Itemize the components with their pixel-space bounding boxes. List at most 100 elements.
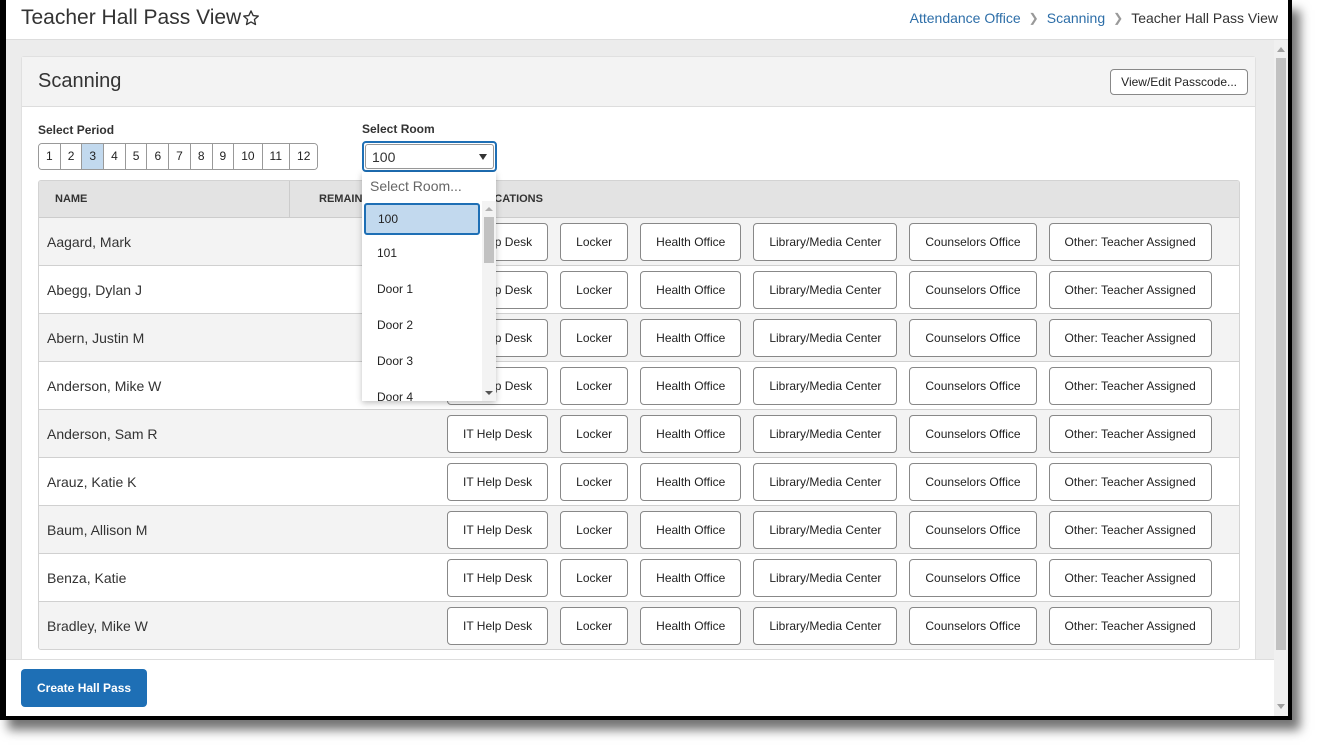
location-button-counselors-office[interactable]: Counselors Office bbox=[909, 607, 1037, 645]
location-button-locker[interactable]: Locker bbox=[560, 463, 629, 501]
location-buttons: IT Help Desk Locker Health Office Library/M… bbox=[447, 271, 1224, 309]
location-button-counselors-office[interactable]: Counselors Office bbox=[909, 319, 1037, 357]
period-option-9[interactable]: 9 bbox=[212, 144, 235, 169]
location-button-other-teacher-assigned[interactable]: Other: Teacher Assigned bbox=[1048, 367, 1212, 405]
dropdown-scrollbar[interactable] bbox=[482, 201, 496, 401]
location-button-health-office[interactable]: Health Office bbox=[640, 415, 742, 453]
location-button-other-teacher-assigned[interactable]: Other: Teacher Assigned bbox=[1048, 271, 1212, 309]
app-window: Teacher Hall Pass View Attendance Office… bbox=[6, 0, 1288, 716]
location-button-other-teacher-assigned[interactable]: Other: Teacher Assigned bbox=[1048, 511, 1212, 549]
period-option-11[interactable]: 11 bbox=[262, 144, 291, 169]
breadcrumb: Attendance Office ❯ Scanning ❯ Teacher H… bbox=[910, 10, 1278, 26]
location-button-library-media-center[interactable]: Library/Media Center bbox=[753, 415, 898, 453]
room-search-input[interactable]: Select Room... bbox=[370, 178, 462, 194]
period-option-5[interactable]: 5 bbox=[125, 144, 148, 169]
star-outline-icon[interactable] bbox=[241, 8, 261, 28]
period-option-12[interactable]: 12 bbox=[290, 144, 318, 169]
location-button-locker[interactable]: Locker bbox=[560, 511, 629, 549]
table-row: Abegg, Dylan J IT Help Desk Locker Health O… bbox=[39, 266, 1239, 314]
location-button-locker[interactable]: Locker bbox=[560, 223, 629, 261]
location-button-other-teacher-assigned[interactable]: Other: Teacher Assigned bbox=[1048, 463, 1212, 501]
period-option-3[interactable]: 3 bbox=[82, 144, 105, 169]
location-button-library-media-center[interactable]: Library/Media Center bbox=[753, 367, 898, 405]
select-room-label: Select Room bbox=[362, 122, 435, 136]
location-button-health-office[interactable]: Health Office bbox=[640, 319, 742, 357]
location-button-health-office[interactable]: Health Office bbox=[640, 271, 742, 309]
location-button-locker[interactable]: Locker bbox=[560, 271, 629, 309]
location-button-health-office[interactable]: Health Office bbox=[640, 607, 742, 645]
period-option-8[interactable]: 8 bbox=[190, 144, 213, 169]
chevron-right-icon: ❯ bbox=[1113, 11, 1124, 25]
location-button-other-teacher-assigned[interactable]: Other: Teacher Assigned bbox=[1048, 415, 1212, 453]
breadcrumb-attendance-office[interactable]: Attendance Office bbox=[910, 10, 1021, 26]
period-option-10[interactable]: 10 bbox=[234, 144, 263, 169]
location-button-health-office[interactable]: Health Office bbox=[640, 511, 742, 549]
student-name: Bradley, Mike W bbox=[47, 618, 148, 634]
location-button-it-help-desk[interactable]: IT Help Desk bbox=[447, 511, 549, 549]
column-header-name[interactable]: NAME bbox=[55, 181, 87, 217]
location-button-counselors-office[interactable]: Counselors Office bbox=[909, 415, 1037, 453]
room-option[interactable]: Door 1 bbox=[362, 271, 482, 307]
scroll-up-icon[interactable] bbox=[485, 207, 493, 211]
location-buttons: IT Help Desk Locker Health Office Library/M… bbox=[447, 607, 1224, 645]
table-row: Benza, Katie IT Help Desk Locker Health Off… bbox=[39, 554, 1239, 602]
students-table: NAME REMAINING LOCATIONS Aagard, Mark IT … bbox=[38, 180, 1240, 650]
view-edit-passcode-button[interactable]: View/Edit Passcode... bbox=[1110, 69, 1248, 95]
location-button-locker[interactable]: Locker bbox=[560, 415, 629, 453]
period-option-6[interactable]: 6 bbox=[147, 144, 170, 169]
location-button-it-help-desk[interactable]: IT Help Desk bbox=[447, 607, 549, 645]
period-option-1[interactable]: 1 bbox=[39, 144, 61, 169]
room-select[interactable]: 100 bbox=[362, 141, 497, 172]
scroll-down-icon[interactable] bbox=[1277, 704, 1285, 709]
location-button-library-media-center[interactable]: Library/Media Center bbox=[753, 511, 898, 549]
select-period-label: Select Period bbox=[38, 123, 115, 137]
location-button-counselors-office[interactable]: Counselors Office bbox=[909, 367, 1037, 405]
scrollbar-thumb[interactable] bbox=[1276, 58, 1286, 650]
room-option[interactable]: 101 bbox=[362, 235, 482, 271]
location-button-library-media-center[interactable]: Library/Media Center bbox=[753, 463, 898, 501]
location-button-health-office[interactable]: Health Office bbox=[640, 367, 742, 405]
room-option[interactable]: 100 bbox=[364, 203, 480, 235]
create-hall-pass-button[interactable]: Create Hall Pass bbox=[21, 669, 148, 707]
room-option[interactable]: Door 2 bbox=[362, 307, 482, 343]
period-option-4[interactable]: 4 bbox=[104, 144, 126, 169]
location-button-other-teacher-assigned[interactable]: Other: Teacher Assigned bbox=[1048, 223, 1212, 261]
scrollbar-thumb[interactable] bbox=[484, 217, 494, 263]
table-row: Anderson, Mike W IT Help Desk Locker Health… bbox=[39, 362, 1239, 410]
location-button-locker[interactable]: Locker bbox=[560, 319, 629, 357]
location-button-library-media-center[interactable]: Library/Media Center bbox=[753, 607, 898, 645]
location-button-other-teacher-assigned[interactable]: Other: Teacher Assigned bbox=[1048, 559, 1212, 597]
scroll-down-icon[interactable] bbox=[485, 391, 493, 395]
location-button-locker[interactable]: Locker bbox=[560, 607, 629, 645]
location-button-other-teacher-assigned[interactable]: Other: Teacher Assigned bbox=[1048, 607, 1212, 645]
room-option[interactable]: Door 4 bbox=[362, 379, 482, 401]
location-button-counselors-office[interactable]: Counselors Office bbox=[909, 223, 1037, 261]
student-name: Aagard, Mark bbox=[47, 234, 132, 250]
location-button-library-media-center[interactable]: Library/Media Center bbox=[753, 559, 898, 597]
scroll-up-icon[interactable] bbox=[1277, 47, 1285, 52]
table-row: Bradley, Mike W IT Help Desk Locker Health … bbox=[39, 602, 1239, 649]
location-button-health-office[interactable]: Health Office bbox=[640, 559, 742, 597]
location-button-counselors-office[interactable]: Counselors Office bbox=[909, 511, 1037, 549]
location-button-library-media-center[interactable]: Library/Media Center bbox=[753, 319, 898, 357]
location-buttons: IT Help Desk Locker Health Office Library/M… bbox=[447, 367, 1224, 405]
location-button-health-office[interactable]: Health Office bbox=[640, 463, 742, 501]
location-button-library-media-center[interactable]: Library/Media Center bbox=[753, 271, 898, 309]
location-button-it-help-desk[interactable]: IT Help Desk bbox=[447, 463, 549, 501]
room-option[interactable]: Door 3 bbox=[362, 343, 482, 379]
location-button-library-media-center[interactable]: Library/Media Center bbox=[753, 223, 898, 261]
location-button-locker[interactable]: Locker bbox=[560, 367, 629, 405]
location-button-it-help-desk[interactable]: IT Help Desk bbox=[447, 559, 549, 597]
location-button-counselors-office[interactable]: Counselors Office bbox=[909, 463, 1037, 501]
location-button-counselors-office[interactable]: Counselors Office bbox=[909, 271, 1037, 309]
breadcrumb-scanning[interactable]: Scanning bbox=[1047, 10, 1105, 26]
location-button-other-teacher-assigned[interactable]: Other: Teacher Assigned bbox=[1048, 319, 1212, 357]
location-button-counselors-office[interactable]: Counselors Office bbox=[909, 559, 1037, 597]
scanning-card: Scanning View/Edit Passcode... Select Pe… bbox=[21, 56, 1256, 676]
location-button-health-office[interactable]: Health Office bbox=[640, 223, 742, 261]
period-option-7[interactable]: 7 bbox=[169, 144, 191, 169]
location-button-locker[interactable]: Locker bbox=[560, 559, 629, 597]
location-button-it-help-desk[interactable]: IT Help Desk bbox=[447, 415, 549, 453]
period-option-2[interactable]: 2 bbox=[60, 144, 83, 169]
page-scrollbar[interactable] bbox=[1274, 40, 1288, 716]
